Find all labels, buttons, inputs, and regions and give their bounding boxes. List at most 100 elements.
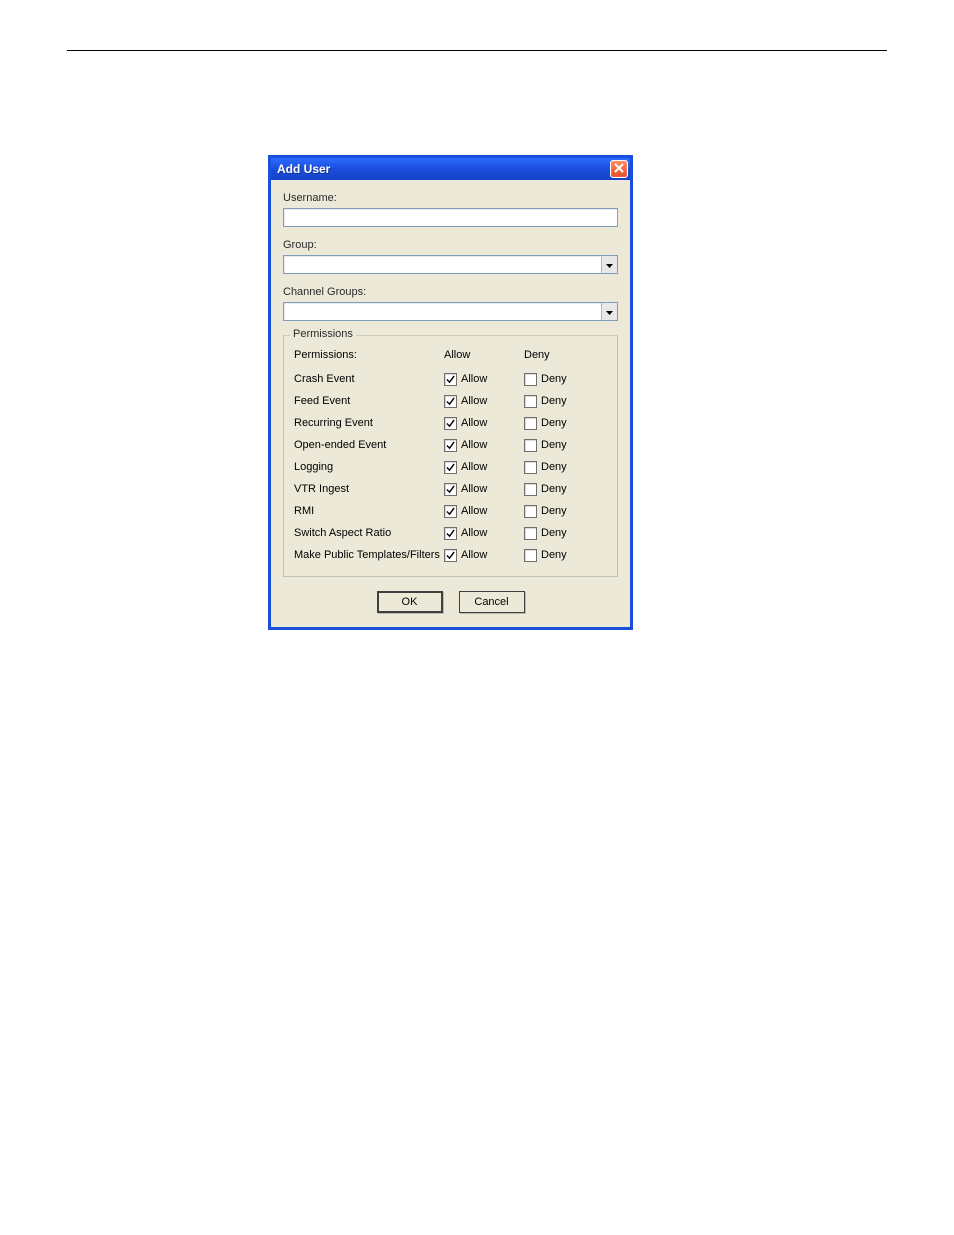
permission-name: Open-ended Event xyxy=(294,439,444,451)
dialog-title: Add User xyxy=(277,162,330,176)
deny-label: Deny xyxy=(541,461,567,473)
titlebar: Add User xyxy=(271,158,630,180)
permission-allow-cell: Allow xyxy=(444,395,524,408)
chevron-down-icon xyxy=(606,306,613,318)
allow-label: Allow xyxy=(461,373,487,385)
permission-allow-cell: Allow xyxy=(444,373,524,386)
permission-allow-cell: Allow xyxy=(444,505,524,518)
allow-checkbox[interactable] xyxy=(444,505,457,518)
allow-label: Allow xyxy=(461,439,487,451)
permission-row: Make Public Templates/Filters Allow Deny xyxy=(294,544,607,566)
allow-checkbox[interactable] xyxy=(444,373,457,386)
permission-row: Logging Allow Deny xyxy=(294,456,607,478)
permission-deny-cell: Deny xyxy=(524,549,594,562)
group-combo-input[interactable] xyxy=(284,256,601,273)
permission-deny-cell: Deny xyxy=(524,483,594,496)
deny-checkbox[interactable] xyxy=(524,461,537,474)
permission-deny-cell: Deny xyxy=(524,439,594,452)
permission-deny-cell: Deny xyxy=(524,373,594,386)
channel-groups-combo[interactable] xyxy=(283,302,618,321)
allow-checkbox[interactable] xyxy=(444,417,457,430)
permission-deny-cell: Deny xyxy=(524,417,594,430)
group-label: Group: xyxy=(283,239,618,251)
deny-label: Deny xyxy=(541,483,567,495)
allow-label: Allow xyxy=(461,505,487,517)
channel-groups-combo-input[interactable] xyxy=(284,303,601,320)
permission-name: Make Public Templates/Filters xyxy=(294,549,444,561)
allow-checkbox[interactable] xyxy=(444,549,457,562)
allow-checkbox[interactable] xyxy=(444,439,457,452)
permission-name: Recurring Event xyxy=(294,417,444,429)
permission-row: RMI Allow Deny xyxy=(294,500,607,522)
cancel-button-label: Cancel xyxy=(474,596,508,608)
deny-label: Deny xyxy=(541,417,567,429)
deny-checkbox[interactable] xyxy=(524,505,537,518)
allow-checkbox[interactable] xyxy=(444,483,457,496)
permission-name: Feed Event xyxy=(294,395,444,407)
chevron-down-icon xyxy=(606,259,613,271)
permissions-group: Permissions Permissions: Allow Deny Cras… xyxy=(283,335,618,577)
deny-label: Deny xyxy=(541,373,567,385)
ok-button-label: OK xyxy=(402,596,418,608)
channel-groups-label: Channel Groups: xyxy=(283,286,618,298)
allow-checkbox[interactable] xyxy=(444,461,457,474)
permission-name: Crash Event xyxy=(294,373,444,385)
deny-label: Deny xyxy=(541,527,567,539)
permission-name: Logging xyxy=(294,461,444,473)
allow-checkbox[interactable] xyxy=(444,395,457,408)
username-label: Username: xyxy=(283,192,618,204)
deny-checkbox[interactable] xyxy=(524,373,537,386)
permission-name: Switch Aspect Ratio xyxy=(294,527,444,539)
permission-row: VTR Ingest Allow Deny xyxy=(294,478,607,500)
deny-checkbox[interactable] xyxy=(524,549,537,562)
allow-label: Allow xyxy=(461,549,487,561)
allow-label: Allow xyxy=(461,417,487,429)
permission-allow-cell: Allow xyxy=(444,439,524,452)
permission-allow-cell: Allow xyxy=(444,549,524,562)
add-user-dialog: Add User Username: Group: xyxy=(268,155,633,630)
deny-checkbox[interactable] xyxy=(524,527,537,540)
allow-checkbox[interactable] xyxy=(444,527,457,540)
permission-name: VTR Ingest xyxy=(294,483,444,495)
allow-label: Allow xyxy=(461,527,487,539)
permission-allow-cell: Allow xyxy=(444,417,524,430)
permission-deny-cell: Deny xyxy=(524,505,594,518)
allow-label: Allow xyxy=(461,461,487,473)
permissions-header-allow: Allow xyxy=(444,349,524,361)
page-divider xyxy=(67,50,887,51)
dialog-body: Username: Group: Channel Groups: xyxy=(271,180,630,627)
permissions-header: Permissions: Allow Deny xyxy=(294,344,607,366)
permissions-legend: Permissions xyxy=(290,328,356,340)
close-icon xyxy=(614,163,624,176)
permission-deny-cell: Deny xyxy=(524,461,594,474)
deny-checkbox[interactable] xyxy=(524,395,537,408)
username-input[interactable] xyxy=(283,208,618,227)
deny-label: Deny xyxy=(541,395,567,407)
permissions-rows: Crash EventAllowDenyFeed EventAllowDenyR… xyxy=(294,368,607,566)
deny-label: Deny xyxy=(541,439,567,451)
deny-label: Deny xyxy=(541,549,567,561)
group-dropdown-button[interactable] xyxy=(601,256,617,273)
permission-row: Switch Aspect Ratio Allow Deny xyxy=(294,522,607,544)
dialog-button-row: OK Cancel xyxy=(283,591,618,613)
allow-label: Allow xyxy=(461,483,487,495)
deny-checkbox[interactable] xyxy=(524,439,537,452)
permission-allow-cell: Allow xyxy=(444,527,524,540)
permissions-header-deny: Deny xyxy=(524,349,594,361)
deny-checkbox[interactable] xyxy=(524,417,537,430)
ok-button[interactable]: OK xyxy=(377,591,443,613)
permission-name: RMI xyxy=(294,505,444,517)
permission-deny-cell: Deny xyxy=(524,527,594,540)
permission-allow-cell: Allow xyxy=(444,461,524,474)
permission-row: Open-ended Event Allow Deny xyxy=(294,434,607,456)
deny-checkbox[interactable] xyxy=(524,483,537,496)
channel-groups-dropdown-button[interactable] xyxy=(601,303,617,320)
permission-row: Recurring Event Allow Deny xyxy=(294,412,607,434)
permissions-header-name: Permissions: xyxy=(294,349,444,361)
permission-allow-cell: Allow xyxy=(444,483,524,496)
cancel-button[interactable]: Cancel xyxy=(459,591,525,613)
permission-row: Crash Event Allow Deny xyxy=(294,368,607,390)
deny-label: Deny xyxy=(541,505,567,517)
close-button[interactable] xyxy=(610,160,628,178)
group-combo[interactable] xyxy=(283,255,618,274)
